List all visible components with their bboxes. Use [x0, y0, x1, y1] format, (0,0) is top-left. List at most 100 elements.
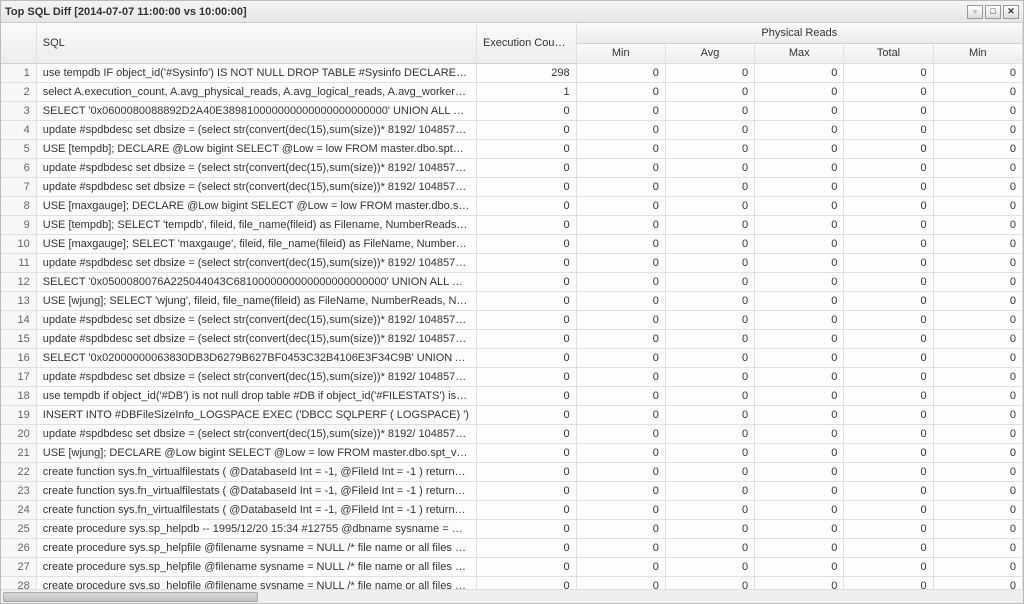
table-row[interactable]: 26create procedure sys.sp_helpfile @file… — [1, 538, 1023, 557]
col-rownum[interactable] — [1, 23, 36, 63]
cell-min: 0 — [576, 538, 665, 557]
col-max[interactable]: Max — [755, 43, 844, 63]
col-min[interactable]: Min — [576, 43, 665, 63]
cell-exec: 0 — [476, 196, 576, 215]
cell-min: 0 — [576, 101, 665, 120]
cell-min2: 0 — [933, 196, 1022, 215]
table-row[interactable]: 6update #spdbdesc set dbsize = (select s… — [1, 158, 1023, 177]
col-group-physical-reads[interactable]: Physical Reads — [576, 23, 1022, 43]
table-row[interactable]: 24create function sys.fn_virtualfilestat… — [1, 500, 1023, 519]
cell-min: 0 — [576, 158, 665, 177]
table-row[interactable]: 5USE [tempdb]; DECLARE @Low bigint SELEC… — [1, 139, 1023, 158]
cell-total: 0 — [844, 557, 933, 576]
table-row[interactable]: 9USE [tempdb]; SELECT 'tempdb', fileid, … — [1, 215, 1023, 234]
cell-max: 0 — [755, 234, 844, 253]
table-row[interactable]: 21USE [wjung]; DECLARE @Low bigint SELEC… — [1, 443, 1023, 462]
cell-min2: 0 — [933, 500, 1022, 519]
cell-total: 0 — [844, 348, 933, 367]
col-min2[interactable]: Min — [933, 43, 1022, 63]
cell-avg: 0 — [665, 310, 754, 329]
cell-avg: 0 — [665, 424, 754, 443]
table-row[interactable]: 8USE [maxgauge]; DECLARE @Low bigint SEL… — [1, 196, 1023, 215]
cell-total: 0 — [844, 424, 933, 443]
table-row[interactable]: 16SELECT '0x02000000063830DB3D6279B627BF… — [1, 348, 1023, 367]
table-row[interactable]: 18use tempdb if object_id('#DB') is not … — [1, 386, 1023, 405]
cell-total: 0 — [844, 177, 933, 196]
cell-exec: 0 — [476, 462, 576, 481]
cell-exec: 298 — [476, 64, 576, 83]
row-number: 13 — [1, 291, 36, 310]
col-exec-count[interactable]: Execution Count — [476, 23, 576, 63]
cell-min: 0 — [576, 291, 665, 310]
cell-exec: 0 — [476, 367, 576, 386]
cell-sql: create procedure sys.sp_helpfile @filena… — [36, 538, 476, 557]
col-total[interactable]: Total — [844, 43, 933, 63]
cell-avg: 0 — [665, 82, 754, 101]
cell-max: 0 — [755, 158, 844, 177]
close-button[interactable]: ✕ — [1003, 5, 1019, 19]
cell-max: 0 — [755, 443, 844, 462]
row-number: 19 — [1, 405, 36, 424]
cell-exec: 0 — [476, 576, 576, 589]
horizontal-scrollbar[interactable] — [1, 589, 1023, 603]
table-row[interactable]: 22create function sys.fn_virtualfilestat… — [1, 462, 1023, 481]
table-row[interactable]: 13USE [wjung]; SELECT 'wjung', fileid, f… — [1, 291, 1023, 310]
cell-avg: 0 — [665, 177, 754, 196]
cell-max: 0 — [755, 196, 844, 215]
table-row[interactable]: 14update #spdbdesc set dbsize = (select … — [1, 310, 1023, 329]
col-sql[interactable]: SQL — [36, 23, 476, 63]
cell-max: 0 — [755, 64, 844, 83]
table-row[interactable]: 12SELECT '0x0500080076A225044043C6810000… — [1, 272, 1023, 291]
row-number: 2 — [1, 82, 36, 101]
cell-total: 0 — [844, 253, 933, 272]
cell-exec: 0 — [476, 291, 576, 310]
cell-min2: 0 — [933, 120, 1022, 139]
cell-total: 0 — [844, 272, 933, 291]
table-row[interactable]: 10USE [maxgauge]; SELECT 'maxgauge', fil… — [1, 234, 1023, 253]
cell-total: 0 — [844, 329, 933, 348]
table-row[interactable]: 4update #spdbdesc set dbsize = (select s… — [1, 120, 1023, 139]
row-number: 16 — [1, 348, 36, 367]
maximize-button[interactable]: □ — [985, 5, 1001, 19]
cell-max: 0 — [755, 500, 844, 519]
cell-avg: 0 — [665, 101, 754, 120]
window-title: Top SQL Diff [2014-07-07 11:00:00 vs 10:… — [5, 6, 247, 18]
table-row[interactable]: 27create procedure sys.sp_helpfile @file… — [1, 557, 1023, 576]
cell-min2: 0 — [933, 177, 1022, 196]
table-row[interactable]: 28create procedure sys.sp_helpfile @file… — [1, 576, 1023, 589]
cell-max: 0 — [755, 481, 844, 500]
cell-avg: 0 — [665, 196, 754, 215]
cell-avg: 0 — [665, 120, 754, 139]
row-number: 21 — [1, 443, 36, 462]
cell-min2: 0 — [933, 158, 1022, 177]
grid-header: SQL Execution Count Physical Reads Min A… — [1, 23, 1023, 64]
cell-min2: 0 — [933, 462, 1022, 481]
col-avg[interactable]: Avg — [665, 43, 754, 63]
table-row[interactable]: 25create procedure sys.sp_helpdb -- 1995… — [1, 519, 1023, 538]
cell-max: 0 — [755, 405, 844, 424]
cell-total: 0 — [844, 500, 933, 519]
cell-max: 0 — [755, 424, 844, 443]
table-row[interactable]: 3SELECT '0x0600080088892D2A40E3898100000… — [1, 101, 1023, 120]
cell-total: 0 — [844, 291, 933, 310]
table-row[interactable]: 23create function sys.fn_virtualfilestat… — [1, 481, 1023, 500]
row-number: 8 — [1, 196, 36, 215]
cell-min: 0 — [576, 196, 665, 215]
table-row[interactable]: 1use tempdb IF object_id('#Sysinfo') IS … — [1, 64, 1023, 83]
scrollbar-thumb[interactable] — [3, 592, 258, 602]
table-row[interactable]: 15update #spdbdesc set dbsize = (select … — [1, 329, 1023, 348]
table-row[interactable]: 11update #spdbdesc set dbsize = (select … — [1, 253, 1023, 272]
cell-max: 0 — [755, 177, 844, 196]
cell-total: 0 — [844, 234, 933, 253]
minimize-button[interactable]: ▫ — [967, 5, 983, 19]
grid-body[interactable]: 1use tempdb IF object_id('#Sysinfo') IS … — [1, 64, 1023, 590]
table-row[interactable]: 19INSERT INTO #DBFileSizeInfo_LOGSPACE E… — [1, 405, 1023, 424]
table-row[interactable]: 20update #spdbdesc set dbsize = (select … — [1, 424, 1023, 443]
cell-min: 0 — [576, 234, 665, 253]
cell-min: 0 — [576, 443, 665, 462]
table-row[interactable]: 17update #spdbdesc set dbsize = (select … — [1, 367, 1023, 386]
table-row[interactable]: 7update #spdbdesc set dbsize = (select s… — [1, 177, 1023, 196]
cell-exec: 0 — [476, 348, 576, 367]
cell-avg: 0 — [665, 538, 754, 557]
table-row[interactable]: 2select A.execution_count, A.avg_physica… — [1, 82, 1023, 101]
